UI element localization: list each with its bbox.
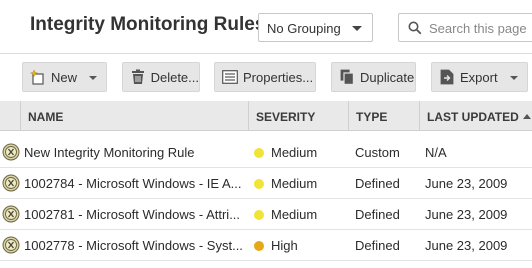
export-button-label: Export bbox=[460, 69, 498, 85]
properties-button[interactable]: Properties... bbox=[214, 62, 316, 92]
search-box[interactable] bbox=[398, 13, 532, 42]
table-row[interactable]: New Integrity Monitoring Rule Medium Cus… bbox=[0, 137, 532, 168]
rule-type: Defined bbox=[355, 176, 400, 191]
new-button[interactable]: New bbox=[22, 62, 107, 92]
rule-last-updated: June 23, 2009 bbox=[425, 207, 508, 222]
chevron-down-icon bbox=[510, 76, 518, 80]
table-row[interactable]: 1002778 - Microsoft Windows - Syst... Hi… bbox=[0, 230, 532, 261]
integrity-rule-icon bbox=[2, 174, 20, 195]
table-row[interactable]: 1002784 - Microsoft Windows - IE A... Me… bbox=[0, 168, 532, 199]
severity-indicator bbox=[254, 210, 264, 220]
column-header-last-updated[interactable]: LAST UPDATED bbox=[419, 101, 532, 131]
grouping-value: No Grouping bbox=[267, 21, 341, 36]
toolbar: New Delete... Properties... Duplicate Ex… bbox=[0, 54, 532, 101]
search-input[interactable] bbox=[429, 19, 532, 37]
new-button-label: New bbox=[51, 69, 78, 85]
search-icon bbox=[408, 21, 422, 40]
rule-last-updated: N/A bbox=[425, 145, 447, 160]
rule-last-updated: June 23, 2009 bbox=[425, 176, 508, 191]
delete-button[interactable]: Delete... bbox=[122, 62, 200, 92]
grouping-select[interactable]: No Grouping bbox=[258, 13, 373, 42]
integrity-rule-icon bbox=[2, 236, 20, 257]
column-header-name-label: NAME bbox=[28, 110, 64, 124]
properties-button-label: Properties... bbox=[243, 69, 314, 85]
chevron-down-icon bbox=[352, 26, 362, 31]
table-header: NAME SEVERITY TYPE LAST UPDATED bbox=[0, 101, 532, 131]
page-header: Integrity Monitoring Rules No Grouping bbox=[0, 0, 532, 54]
rule-name: 1002778 - Microsoft Windows - Syst... bbox=[24, 238, 243, 253]
column-header-severity[interactable]: SEVERITY bbox=[248, 101, 348, 131]
rule-severity: High bbox=[271, 238, 298, 253]
severity-indicator bbox=[254, 179, 264, 189]
column-header-last-updated-label: LAST UPDATED bbox=[427, 110, 519, 124]
trash-icon bbox=[130, 69, 146, 85]
rule-severity: Medium bbox=[271, 145, 318, 160]
column-header-severity-label: SEVERITY bbox=[256, 110, 316, 124]
icon-column-header bbox=[0, 101, 20, 131]
rule-severity: Medium bbox=[271, 207, 318, 222]
export-icon bbox=[439, 69, 455, 85]
rule-type: Custom bbox=[355, 145, 400, 160]
duplicate-button[interactable]: Duplicate bbox=[331, 62, 416, 92]
rule-type: Defined bbox=[355, 238, 400, 253]
column-header-type-label: TYPE bbox=[356, 110, 388, 124]
rule-last-updated: June 23, 2009 bbox=[425, 238, 508, 253]
delete-button-label: Delete... bbox=[150, 69, 199, 85]
duplicate-button-label: Duplicate bbox=[360, 69, 415, 85]
rule-name: 1002784 - Microsoft Windows - IE A... bbox=[24, 176, 242, 191]
table-row[interactable]: 1002781 - Microsoft Windows - Attri... M… bbox=[0, 199, 532, 230]
severity-indicator bbox=[254, 241, 264, 251]
page-title: Integrity Monitoring Rules bbox=[30, 14, 266, 35]
rule-name: New Integrity Monitoring Rule bbox=[24, 145, 195, 160]
properties-icon bbox=[222, 69, 238, 85]
duplicate-icon bbox=[339, 69, 355, 85]
export-button[interactable]: Export bbox=[431, 62, 528, 92]
new-rule-icon bbox=[30, 69, 46, 85]
integrity-rule-icon bbox=[2, 205, 20, 226]
rule-type: Defined bbox=[355, 207, 400, 222]
severity-indicator bbox=[254, 148, 264, 158]
integrity-rule-icon bbox=[2, 143, 20, 164]
column-header-type[interactable]: TYPE bbox=[348, 101, 419, 131]
chevron-down-icon bbox=[89, 76, 97, 80]
sort-ascending-icon bbox=[522, 114, 531, 119]
column-header-name[interactable]: NAME bbox=[20, 101, 248, 131]
rule-name: 1002781 - Microsoft Windows - Attri... bbox=[24, 207, 241, 222]
rule-severity: Medium bbox=[271, 176, 318, 191]
